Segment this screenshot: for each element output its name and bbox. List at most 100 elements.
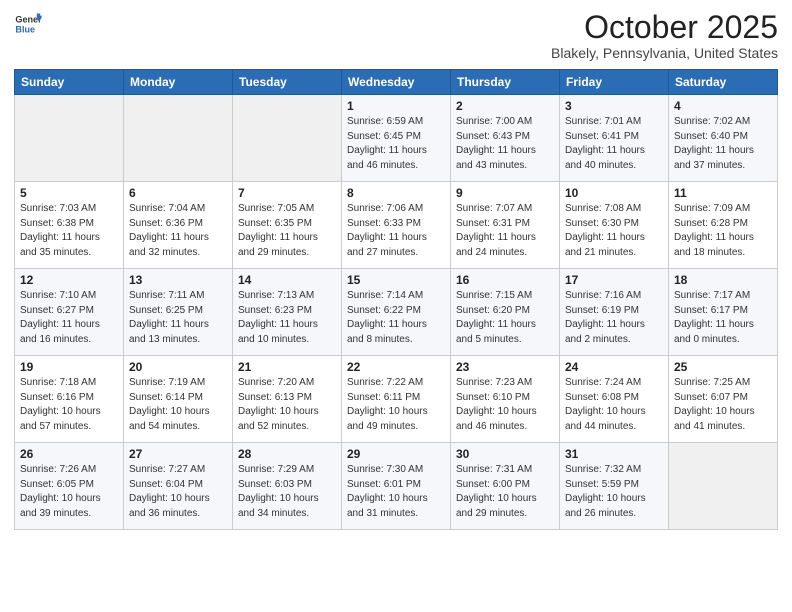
day-number: 25: [674, 360, 772, 374]
day-number: 26: [20, 447, 118, 461]
day-number: 9: [456, 186, 554, 200]
day-cell-w2-d7: 11 Sunrise: 7:09 AM Sunset: 6:28 PM Dayli…: [669, 182, 778, 269]
day-number: 17: [565, 273, 663, 287]
day-number: 15: [347, 273, 445, 287]
day-cell-w2-d4: 8 Sunrise: 7:06 AM Sunset: 6:33 PM Daylig…: [342, 182, 451, 269]
day-cell-w2-d3: 7Sunrise: 7:05 AM Sunset: 6:35 PM Daylig…: [233, 182, 342, 269]
day-number: 4: [674, 99, 772, 113]
day-number: 27: [129, 447, 227, 461]
day-info: Sunrise: 6:59 AM Sunset: 6:45 PM Dayligh…: [347, 115, 445, 173]
col-wednesday: Wednesday: [342, 70, 451, 95]
day-cell-w3-d7: 18 Sunrise: 7:17 AM Sunset: 6:17 PM Dayli…: [669, 269, 778, 356]
day-cell-w2-d5: 9 Sunrise: 7:07 AM Sunset: 6:31 PM Daylig…: [451, 182, 560, 269]
day-cell-w5-d3: 28 Sunrise: 7:29 AM Sunset: 6:03 PM Dayli…: [233, 443, 342, 530]
day-number: 23: [456, 360, 554, 374]
page: General Blue October 2025 Blakely, Penns…: [0, 0, 792, 612]
day-cell-w2-d1: 5 Sunrise: 7:03 AM Sunset: 6:38 PM Daylig…: [15, 182, 124, 269]
day-cell-w5-d4: 29 Sunrise: 7:30 AM Sunset: 6:01 PM Dayli…: [342, 443, 451, 530]
day-cell-w5-d1: 26 Sunrise: 7:26 AM Sunset: 6:05 PM Dayli…: [15, 443, 124, 530]
header: General Blue October 2025 Blakely, Penns…: [14, 10, 778, 61]
day-cell-w1-d7: 4 Sunrise: 7:02 AM Sunset: 6:40 PM Daylig…: [669, 95, 778, 182]
day-cell-w4-d7: 25Sunrise: 7:25 AM Sunset: 6:07 PM Dayli…: [669, 356, 778, 443]
day-info: Sunrise: 7:27 AM Sunset: 6:04 PM Dayligh…: [129, 463, 227, 521]
day-cell-w1-d5: 2Sunrise: 7:00 AM Sunset: 6:43 PM Daylig…: [451, 95, 560, 182]
day-number: 31: [565, 447, 663, 461]
day-number: 6: [129, 186, 227, 200]
day-info: Sunrise: 7:10 AM Sunset: 6:27 PM Dayligh…: [20, 289, 118, 347]
col-thursday: Thursday: [451, 70, 560, 95]
subtitle: Blakely, Pennsylvania, United States: [551, 45, 778, 61]
day-cell-w5-d6: 31 Sunrise: 7:32 AM Sunset: 5:59 PM Dayli…: [560, 443, 669, 530]
day-cell-w3-d4: 15 Sunrise: 7:14 AM Sunset: 6:22 PM Dayli…: [342, 269, 451, 356]
day-cell-w4-d6: 24Sunrise: 7:24 AM Sunset: 6:08 PM Dayli…: [560, 356, 669, 443]
day-info: Sunrise: 7:05 AM Sunset: 6:35 PM Dayligh…: [238, 202, 336, 260]
day-number: 12: [20, 273, 118, 287]
week-row-2: 5 Sunrise: 7:03 AM Sunset: 6:38 PM Daylig…: [15, 182, 778, 269]
day-cell-w2-d6: 10Sunrise: 7:08 AM Sunset: 6:30 PM Dayli…: [560, 182, 669, 269]
day-info: Sunrise: 7:30 AM Sunset: 6:01 PM Dayligh…: [347, 463, 445, 521]
day-cell-w4-d5: 23 Sunrise: 7:23 AM Sunset: 6:10 PM Dayli…: [451, 356, 560, 443]
day-cell-w4-d3: 21Sunrise: 7:20 AM Sunset: 6:13 PM Dayli…: [233, 356, 342, 443]
day-cell-w3-d3: 14Sunrise: 7:13 AM Sunset: 6:23 PM Dayli…: [233, 269, 342, 356]
day-info: Sunrise: 7:22 AM Sunset: 6:11 PM Dayligh…: [347, 376, 445, 434]
day-info: Sunrise: 7:11 AM Sunset: 6:25 PM Dayligh…: [129, 289, 227, 347]
day-cell-w4-d1: 19 Sunrise: 7:18 AM Sunset: 6:16 PM Dayli…: [15, 356, 124, 443]
calendar: Sunday Monday Tuesday Wednesday Thursday…: [14, 69, 778, 530]
day-cell-w3-d5: 16 Sunrise: 7:15 AM Sunset: 6:20 PM Dayli…: [451, 269, 560, 356]
day-cell-w1-d4: 1Sunrise: 6:59 AM Sunset: 6:45 PM Daylig…: [342, 95, 451, 182]
day-info: Sunrise: 7:24 AM Sunset: 6:08 PM Dayligh…: [565, 376, 663, 434]
day-number: 14: [238, 273, 336, 287]
day-cell-w3-d2: 13Sunrise: 7:11 AM Sunset: 6:25 PM Dayli…: [124, 269, 233, 356]
day-info: Sunrise: 7:32 AM Sunset: 5:59 PM Dayligh…: [565, 463, 663, 521]
day-info: Sunrise: 7:03 AM Sunset: 6:38 PM Dayligh…: [20, 202, 118, 260]
col-saturday: Saturday: [669, 70, 778, 95]
day-cell-w5-d7: [669, 443, 778, 530]
day-number: 8: [347, 186, 445, 200]
day-cell-w4-d2: 20Sunrise: 7:19 AM Sunset: 6:14 PM Dayli…: [124, 356, 233, 443]
day-info: Sunrise: 7:02 AM Sunset: 6:40 PM Dayligh…: [674, 115, 772, 173]
day-cell-w3-d6: 17 Sunrise: 7:16 AM Sunset: 6:19 PM Dayli…: [560, 269, 669, 356]
day-info: Sunrise: 7:17 AM Sunset: 6:17 PM Dayligh…: [674, 289, 772, 347]
day-number: 3: [565, 99, 663, 113]
day-cell-w4-d4: 22 Sunrise: 7:22 AM Sunset: 6:11 PM Dayli…: [342, 356, 451, 443]
day-number: 10: [565, 186, 663, 200]
day-number: 28: [238, 447, 336, 461]
day-info: Sunrise: 7:20 AM Sunset: 6:13 PM Dayligh…: [238, 376, 336, 434]
logo: General Blue: [14, 10, 42, 38]
day-number: 11: [674, 186, 772, 200]
col-friday: Friday: [560, 70, 669, 95]
logo-icon: General Blue: [14, 10, 42, 38]
day-number: 16: [456, 273, 554, 287]
day-info: Sunrise: 7:29 AM Sunset: 6:03 PM Dayligh…: [238, 463, 336, 521]
day-info: Sunrise: 7:06 AM Sunset: 6:33 PM Dayligh…: [347, 202, 445, 260]
day-number: 20: [129, 360, 227, 374]
day-number: 18: [674, 273, 772, 287]
day-info: Sunrise: 7:26 AM Sunset: 6:05 PM Dayligh…: [20, 463, 118, 521]
day-info: Sunrise: 7:23 AM Sunset: 6:10 PM Dayligh…: [456, 376, 554, 434]
day-info: Sunrise: 7:18 AM Sunset: 6:16 PM Dayligh…: [20, 376, 118, 434]
day-cell-w3-d1: 12 Sunrise: 7:10 AM Sunset: 6:27 PM Dayli…: [15, 269, 124, 356]
day-info: Sunrise: 7:07 AM Sunset: 6:31 PM Dayligh…: [456, 202, 554, 260]
day-number: 22: [347, 360, 445, 374]
day-info: Sunrise: 7:00 AM Sunset: 6:43 PM Dayligh…: [456, 115, 554, 173]
col-sunday: Sunday: [15, 70, 124, 95]
main-title: October 2025: [551, 10, 778, 45]
day-number: 19: [20, 360, 118, 374]
svg-text:Blue: Blue: [15, 24, 35, 34]
day-cell-w5-d5: 30Sunrise: 7:31 AM Sunset: 6:00 PM Dayli…: [451, 443, 560, 530]
col-monday: Monday: [124, 70, 233, 95]
day-info: Sunrise: 7:14 AM Sunset: 6:22 PM Dayligh…: [347, 289, 445, 347]
day-info: Sunrise: 7:16 AM Sunset: 6:19 PM Dayligh…: [565, 289, 663, 347]
day-cell-w5-d2: 27 Sunrise: 7:27 AM Sunset: 6:04 PM Dayli…: [124, 443, 233, 530]
day-cell-w2-d2: 6Sunrise: 7:04 AM Sunset: 6:36 PM Daylig…: [124, 182, 233, 269]
day-info: Sunrise: 7:09 AM Sunset: 6:28 PM Dayligh…: [674, 202, 772, 260]
day-info: Sunrise: 7:15 AM Sunset: 6:20 PM Dayligh…: [456, 289, 554, 347]
title-block: October 2025 Blakely, Pennsylvania, Unit…: [551, 10, 778, 61]
week-row-5: 26 Sunrise: 7:26 AM Sunset: 6:05 PM Dayli…: [15, 443, 778, 530]
day-number: 5: [20, 186, 118, 200]
week-row-3: 12 Sunrise: 7:10 AM Sunset: 6:27 PM Dayli…: [15, 269, 778, 356]
calendar-header-row: Sunday Monday Tuesday Wednesday Thursday…: [15, 70, 778, 95]
day-cell-w1-d1: [15, 95, 124, 182]
week-row-1: 1Sunrise: 6:59 AM Sunset: 6:45 PM Daylig…: [15, 95, 778, 182]
day-number: 29: [347, 447, 445, 461]
